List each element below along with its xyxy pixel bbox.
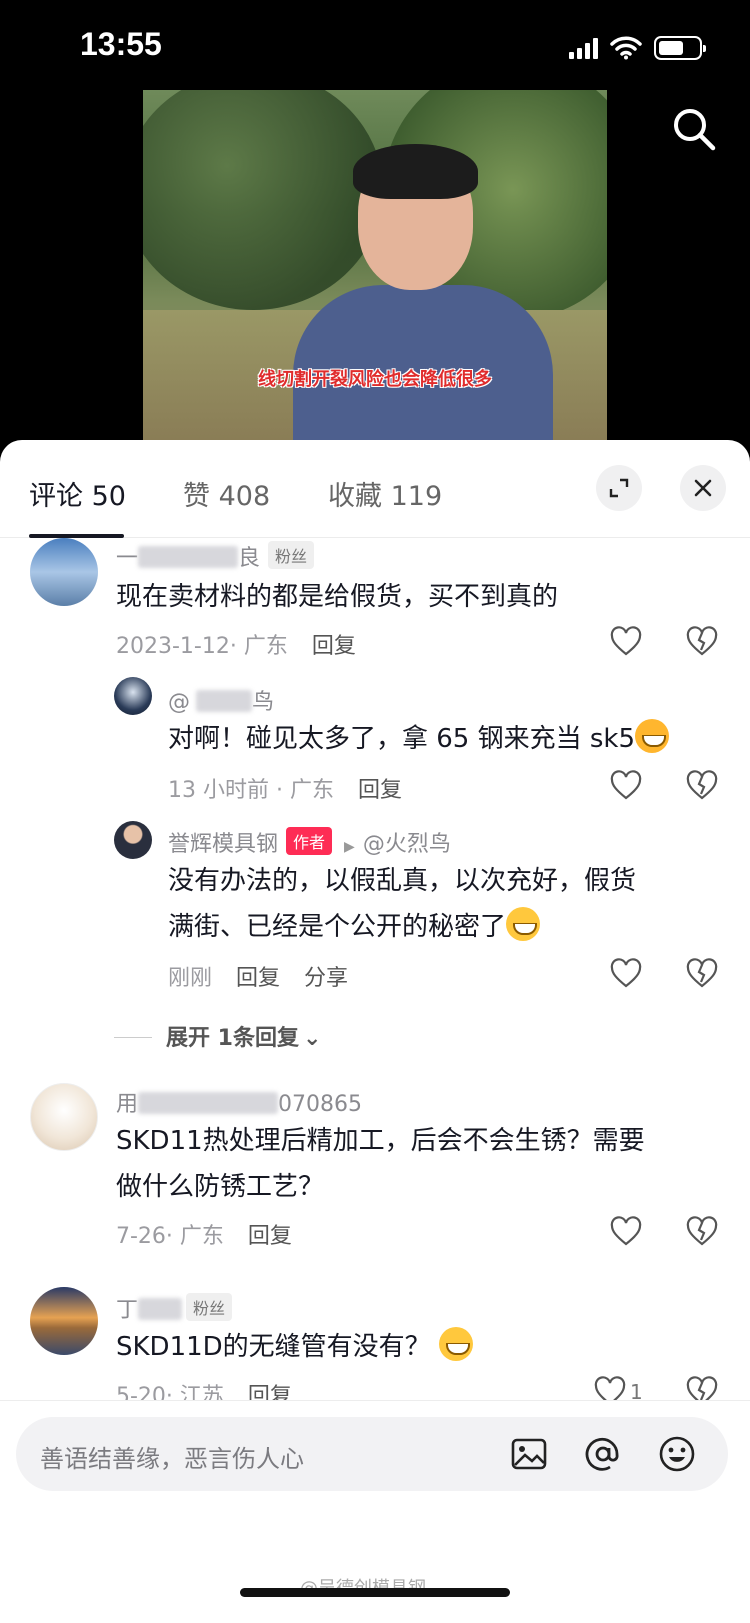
reply-author[interactable]: @ 鸟 xyxy=(168,684,274,716)
avatar[interactable] xyxy=(30,1287,98,1355)
comment-author[interactable]: 一良粉丝 xyxy=(116,540,315,572)
avatar[interactable] xyxy=(114,677,152,715)
reply-button[interactable]: 回复 xyxy=(236,966,280,991)
battery-icon xyxy=(654,36,706,60)
reply-text: 对啊！碰见太多了，拿 65 钢来充当 sk5 xyxy=(168,716,670,762)
comment-tabs: 评论 50 赞 408 收藏 119 xyxy=(0,440,750,538)
heart-icon[interactable] xyxy=(610,1216,642,1248)
video-person xyxy=(293,144,553,440)
grinning-emoji-icon xyxy=(506,907,541,941)
broken-heart-icon[interactable] xyxy=(686,1216,718,1248)
avatar[interactable] xyxy=(30,1083,98,1151)
close-icon xyxy=(694,479,712,497)
fan-badge: 粉丝 xyxy=(186,1293,233,1321)
play-arrow-icon: ▶ xyxy=(344,839,355,855)
image-icon[interactable] xyxy=(510,1435,548,1473)
share-button[interactable]: 分享 xyxy=(304,966,348,991)
heart-icon[interactable] xyxy=(610,958,642,990)
reply-author[interactable]: 誉辉模具钢 作者 ▶ @火烈鸟 xyxy=(168,826,451,858)
chevron-down-icon: ⌄ xyxy=(302,1026,322,1051)
at-icon[interactable] xyxy=(584,1435,622,1473)
video-player[interactable]: 线切割开裂风险也会降低很多 xyxy=(143,90,607,440)
reply-button[interactable]: 回复 xyxy=(312,634,356,659)
reply-button[interactable]: 回复 xyxy=(358,778,402,803)
author-avatar[interactable] xyxy=(114,821,152,859)
comment-date: 7-26· 广东 xyxy=(116,1224,224,1249)
comment-date: 2023-1-12· 广东 xyxy=(116,634,288,659)
expand-button[interactable] xyxy=(596,465,642,511)
comment-input[interactable]: 善语结善缘，恶言伤人心 xyxy=(16,1417,728,1491)
tab-likes[interactable]: 赞 408 xyxy=(183,474,270,513)
close-button[interactable] xyxy=(680,465,726,511)
comment-text: SKD11D的无缝管有没有？ xyxy=(116,1324,473,1370)
signal-icon xyxy=(569,37,598,59)
broken-heart-icon[interactable] xyxy=(686,626,718,658)
expand-replies-button[interactable]: 展开 1条回复 ⌄ xyxy=(114,1020,321,1052)
comment-meta: 7-26· 广东 回复 xyxy=(116,1218,292,1250)
fan-badge: 粉丝 xyxy=(268,541,315,569)
reply-text: 没有办法的，以假乱真，以次充好，假货 满街、已经是个公开的秘密了 xyxy=(168,866,637,942)
comment-author[interactable]: 用 070865 xyxy=(116,1086,362,1118)
broken-heart-icon[interactable] xyxy=(686,958,718,990)
reply-button[interactable]: 回复 xyxy=(248,1224,292,1249)
status-bar: 13:55 xyxy=(0,0,750,90)
heart-icon[interactable] xyxy=(610,770,642,802)
expand-icon xyxy=(609,478,629,498)
reply-date: 13 小时前 · 广东 xyxy=(168,778,334,803)
heart-icon[interactable] xyxy=(610,626,642,658)
tab-favorites[interactable]: 收藏 119 xyxy=(328,474,442,513)
comment-meta: 2023-1-12· 广东 回复 xyxy=(116,628,356,660)
comment-input-placeholder: 善语结善缘，恶言伤人心 xyxy=(40,1445,304,1473)
comment-text: SKD11热处理后精加工，后会不会生锈？需要 做什么防锈工艺？ xyxy=(116,1126,645,1202)
search-icon[interactable] xyxy=(670,105,718,153)
avatar[interactable] xyxy=(30,538,98,606)
emoji-icon[interactable] xyxy=(658,1435,696,1473)
wifi-icon xyxy=(610,36,642,60)
author-badge: 作者 xyxy=(286,827,333,855)
tab-indicator xyxy=(29,534,124,538)
status-time: 13:55 xyxy=(80,26,162,62)
reply-meta: 13 小时前 · 广东 回复 xyxy=(168,772,402,804)
comment-text: 现在卖材料的都是给假货，买不到真的 xyxy=(116,582,559,612)
reply-meta: 刚刚 回复 分享 xyxy=(168,960,348,992)
comment-author[interactable]: 丁粉丝 xyxy=(116,1292,233,1324)
laughing-emoji-icon xyxy=(635,719,670,753)
home-indicator[interactable] xyxy=(240,1588,510,1597)
video-subtitle: 线切割开裂风险也会降低很多 xyxy=(258,369,492,390)
reply-date: 刚刚 xyxy=(168,966,213,991)
status-icons xyxy=(569,36,706,60)
tab-comments[interactable]: 评论 50 xyxy=(29,474,126,513)
grinning-emoji-icon xyxy=(438,1327,473,1361)
broken-heart-icon[interactable] xyxy=(686,770,718,802)
